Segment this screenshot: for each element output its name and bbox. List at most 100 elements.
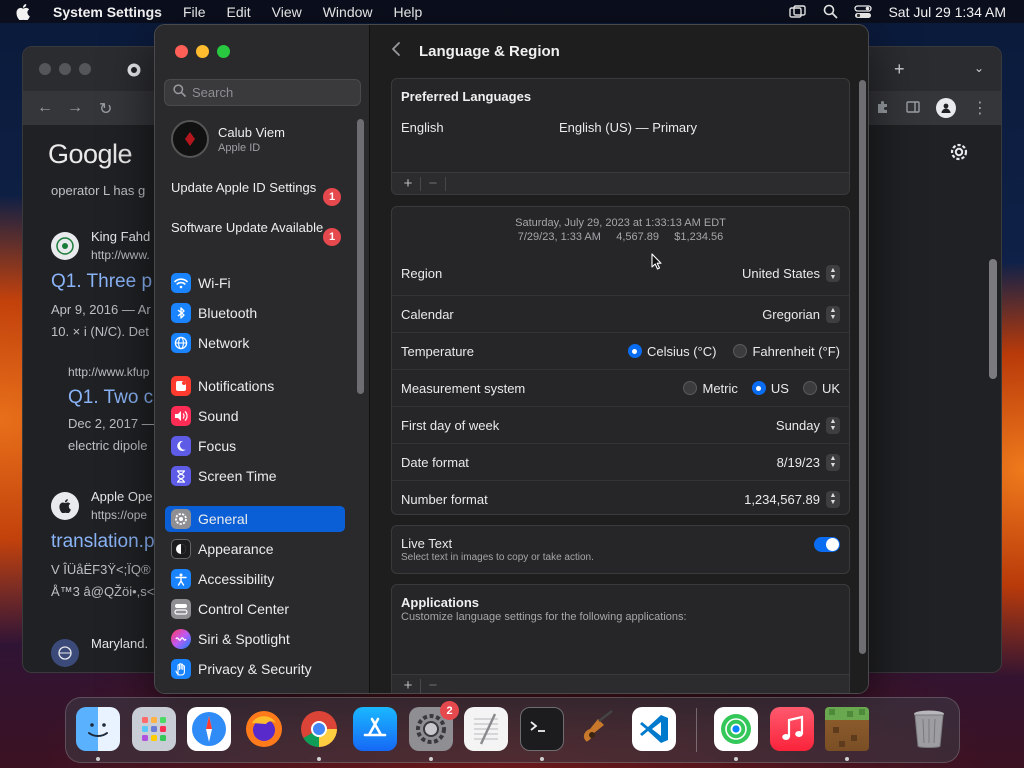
sidebar-item-label: Appearance xyxy=(198,541,274,557)
finder-icon[interactable] xyxy=(76,707,120,751)
sidebar-item-sound[interactable]: Sound xyxy=(165,403,345,429)
globe-icon xyxy=(171,333,191,353)
help-menu[interactable]: Help xyxy=(394,4,423,20)
sidebar-item-notifications[interactable]: Notifications xyxy=(165,373,345,399)
textedit-icon[interactable] xyxy=(464,707,508,751)
find-my-icon[interactable] xyxy=(714,707,758,751)
spotlight-search-icon[interactable] xyxy=(823,4,838,19)
system-settings-icon[interactable]: 2 xyxy=(409,701,459,751)
sidebar-item-appearance[interactable]: Appearance xyxy=(165,536,345,562)
control-center-menu-icon[interactable] xyxy=(854,4,873,19)
sidebar-item-control-center[interactable]: Control Center xyxy=(165,596,345,622)
sidebar-item-focus[interactable]: Focus xyxy=(165,433,345,459)
number-format-value: 1,234,567.89 xyxy=(744,491,820,507)
view-menu[interactable]: View xyxy=(272,4,302,20)
radio-label: UK xyxy=(821,380,840,396)
result-title-link[interactable]: Q1. Two c xyxy=(68,387,153,409)
reload-icon[interactable]: ↻ xyxy=(99,99,112,119)
apple-menu-icon[interactable] xyxy=(16,0,38,23)
result-title-link[interactable]: translation.p xyxy=(51,531,155,553)
first-day-select[interactable]: Sunday ▲ ▼ xyxy=(776,416,840,434)
screen-mirroring-icon[interactable] xyxy=(789,4,807,19)
sidebar-scrollbar[interactable] xyxy=(357,119,364,394)
profile-icon[interactable] xyxy=(936,98,956,118)
sidebar-item-label: Screen Time xyxy=(198,468,277,484)
metric-radio[interactable]: Metric xyxy=(683,381,738,396)
safari-icon[interactable] xyxy=(187,707,231,751)
result-title-link[interactable]: Q1. Three p xyxy=(51,271,152,293)
sidebar-item-bluetooth[interactable]: Bluetooth xyxy=(165,300,345,326)
add-application-button[interactable]: + xyxy=(398,677,418,693)
result-url: https://ope xyxy=(91,508,148,522)
update-apple-id-notice[interactable]: Update Apple ID Settings 1 xyxy=(171,180,351,212)
date-format-select[interactable]: 8/19/23 ▲ ▼ xyxy=(776,453,840,471)
date-format-value: 8/19/23 xyxy=(776,454,820,470)
window-controls xyxy=(175,45,230,58)
language-row-english[interactable]: English English (US) — Primary xyxy=(392,115,849,139)
calendar-select[interactable]: Gregorian ▲ ▼ xyxy=(762,305,840,323)
region-select[interactable]: United States ▲ ▼ xyxy=(742,265,840,282)
new-tab-icon[interactable]: + xyxy=(894,59,905,80)
menu-clock[interactable]: Sat Jul 29 1:34 AM xyxy=(888,4,1006,20)
celsius-radio[interactable]: Celsius (°C) xyxy=(627,344,716,359)
launchpad-icon[interactable] xyxy=(132,707,176,751)
terminal-icon[interactable] xyxy=(520,707,564,751)
applications-group: Applications Customize language settings… xyxy=(391,584,850,693)
sidebar-item-general[interactable]: General xyxy=(165,506,345,532)
forward-arrow-icon[interactable]: → xyxy=(67,99,83,117)
search-input[interactable] xyxy=(192,85,352,100)
garageband-icon[interactable] xyxy=(576,707,620,751)
close-window-button[interactable] xyxy=(175,45,188,58)
sidebar-item-siri-spotlight[interactable]: Siri & Spotlight xyxy=(165,626,345,652)
sidebar-item-privacy-security[interactable]: Privacy & Security xyxy=(165,656,345,682)
sidebar-item-screen-time[interactable]: Screen Time xyxy=(165,463,345,489)
number-format-select[interactable]: 1,234,567.89 ▲ ▼ xyxy=(744,490,840,508)
live-text-label: Live Text xyxy=(401,536,453,551)
fahrenheit-radio[interactable]: Fahrenheit (°F) xyxy=(733,344,840,359)
minecraft-icon[interactable] xyxy=(825,707,869,751)
side-panel-icon[interactable] xyxy=(906,100,920,119)
browser-scrollbar[interactable] xyxy=(989,259,997,379)
apple-id-account[interactable]: Calub Viem Apple ID xyxy=(171,120,285,158)
result-date: Dec 2, 2017 — xyxy=(68,416,155,431)
remove-application-button[interactable]: − xyxy=(423,677,443,693)
edit-menu[interactable]: Edit xyxy=(227,4,251,20)
account-name: Calub Viem xyxy=(218,124,285,140)
settings-gear-icon[interactable] xyxy=(948,141,970,168)
tab-search-chevron-icon[interactable]: ⌄ xyxy=(974,61,984,75)
live-text-toggle[interactable] xyxy=(814,537,840,552)
sidebar-item-network[interactable]: Network xyxy=(165,330,345,356)
first-day-row: First day of week Sunday ▲ ▼ xyxy=(392,406,849,443)
minimize-window-button[interactable] xyxy=(196,45,209,58)
us-radio[interactable]: US xyxy=(751,381,789,396)
chrome-icon[interactable] xyxy=(297,707,341,751)
language-name: English xyxy=(401,119,444,135)
vscode-icon[interactable] xyxy=(632,707,676,751)
applications-heading: Applications xyxy=(401,595,480,610)
window-menu[interactable]: Window xyxy=(323,4,373,20)
back-chevron-icon[interactable] xyxy=(391,41,401,62)
file-menu[interactable]: File xyxy=(183,4,206,20)
app-store-icon[interactable] xyxy=(353,707,397,751)
sidebar-search-field[interactable] xyxy=(164,79,361,106)
remove-language-button[interactable]: − xyxy=(423,175,443,192)
sidebar-item-wifi[interactable]: Wi-Fi xyxy=(165,270,345,296)
trash-icon[interactable] xyxy=(907,707,951,751)
software-update-notice[interactable]: Software Update Available 1 xyxy=(171,220,351,252)
uk-radio[interactable]: UK xyxy=(802,380,840,396)
mouse-pointer-icon xyxy=(651,253,663,275)
back-arrow-icon[interactable]: ← xyxy=(37,99,53,117)
app-name-menu[interactable]: System Settings xyxy=(53,4,162,20)
firefox-icon[interactable] xyxy=(242,707,286,751)
extensions-icon[interactable] xyxy=(876,100,890,119)
more-menu-icon[interactable]: ⋮ xyxy=(972,98,988,118)
measurement-row: Measurement system Metric US UK xyxy=(392,369,849,406)
add-language-button[interactable]: + xyxy=(398,175,418,192)
browser-window-background-right[interactable]: + ⌄ ⋮ xyxy=(866,46,1002,673)
music-icon[interactable] xyxy=(770,707,814,751)
zoom-window-button[interactable] xyxy=(217,45,230,58)
content-scrollbar[interactable] xyxy=(859,80,866,654)
browser-window-controls[interactable] xyxy=(39,63,91,75)
sidebar-item-accessibility[interactable]: Accessibility xyxy=(165,566,345,592)
google-logo[interactable]: Google xyxy=(48,139,133,170)
